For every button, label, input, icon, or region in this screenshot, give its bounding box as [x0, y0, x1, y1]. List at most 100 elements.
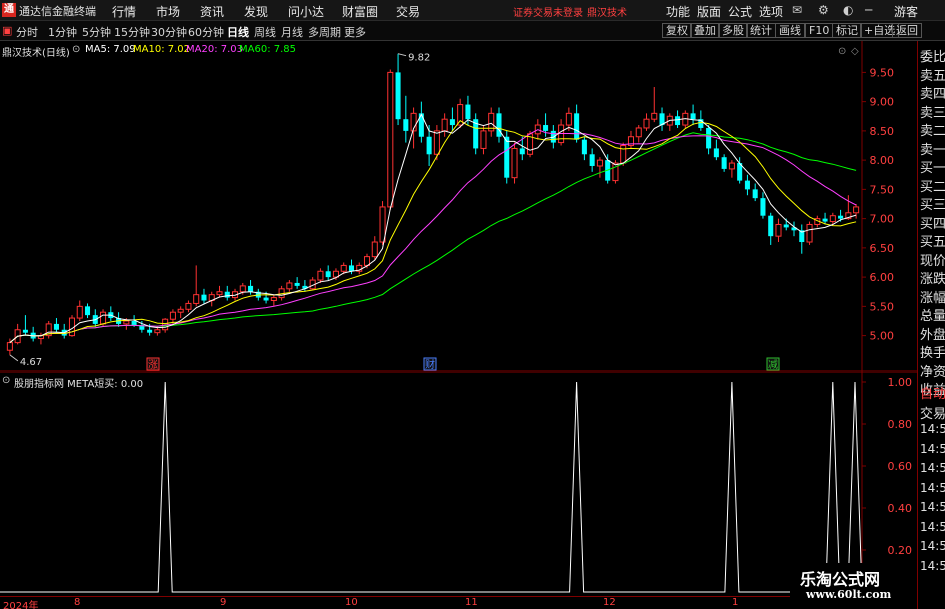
- event-marker-label[interactable]: 财: [425, 358, 435, 371]
- trade-time: 14:56: [920, 519, 945, 534]
- watermark: 乐淘公式网 www.60lt.com: [790, 563, 916, 607]
- candle-body: [574, 113, 580, 140]
- quote-field-label: 换手: [920, 346, 945, 361]
- btn-f10[interactable]: F10: [805, 23, 834, 38]
- settings-icon[interactable]: ⚙: [818, 3, 829, 17]
- btn-adjust[interactable]: 复权: [662, 23, 692, 38]
- event-marker-label[interactable]: 减: [768, 359, 778, 371]
- menu-discover[interactable]: 发现: [244, 3, 268, 20]
- candle-body: [340, 264, 347, 272]
- menu-ask[interactable]: 问小达: [288, 3, 324, 20]
- candle-body: [838, 215, 844, 219]
- y-tick-label: 9.00: [870, 96, 895, 109]
- btn-mark[interactable]: 标记: [832, 23, 862, 38]
- menu-news[interactable]: 资讯: [200, 3, 224, 20]
- watermark-url: www.60lt.com: [806, 588, 892, 601]
- event-marker-label[interactable]: 涨: [148, 359, 158, 371]
- candle-body: [690, 113, 696, 120]
- candle-body: [760, 198, 766, 216]
- trade-time: 14:56: [920, 480, 945, 495]
- period-1min[interactable]: 1分钟: [48, 24, 77, 40]
- period-daily[interactable]: 日线: [227, 24, 249, 40]
- candle-body: [100, 311, 107, 325]
- chart-settings-icon[interactable]: ⊙: [838, 46, 846, 57]
- low-pointer: [9, 354, 19, 362]
- user-label[interactable]: 游客: [894, 3, 918, 20]
- date-label-aug: 8: [74, 597, 81, 608]
- high-price-label: 9.82: [408, 53, 430, 64]
- login-notice[interactable]: 证券交易未登录: [513, 4, 583, 19]
- menu-wealth-circle[interactable]: 财富圈: [342, 3, 378, 20]
- candle-body: [543, 125, 549, 131]
- candle-body: [465, 104, 471, 120]
- y-tick-label: 5.50: [870, 300, 895, 313]
- candle-body: [441, 118, 448, 132]
- menu-options[interactable]: 选项: [759, 3, 783, 20]
- candle-body: [643, 118, 650, 129]
- ma5-legend: MA5: 7.09: [85, 44, 136, 55]
- candle-body: [728, 162, 735, 170]
- period-multi[interactable]: 多周期: [308, 24, 341, 40]
- high-pointer: [397, 53, 407, 57]
- candle-body: [317, 270, 324, 281]
- candle-body: [768, 215, 774, 237]
- quote-field-label: 涨幅: [920, 290, 945, 306]
- candle-body: [721, 157, 727, 169]
- trade-time: 14:56: [920, 461, 945, 475]
- y-tick-label: 7.50: [870, 183, 895, 196]
- candle-body: [201, 294, 207, 301]
- indicator-tick-label: 0.60: [888, 460, 913, 473]
- toolbar-left-marker[interactable]: ▣: [2, 24, 12, 37]
- candle-body: [185, 302, 192, 310]
- menu-function[interactable]: 功能: [666, 3, 690, 20]
- period-intraday[interactable]: 分时: [16, 24, 38, 40]
- message-icon[interactable]: ✉: [792, 3, 802, 17]
- quote-field-label: 卖五: [920, 68, 945, 84]
- candle-body: [403, 119, 409, 131]
- y-tick-label: 8.50: [870, 125, 895, 138]
- period-weekly[interactable]: 周线: [254, 24, 276, 40]
- period-60min[interactable]: 60分钟: [188, 24, 224, 40]
- btn-back[interactable]: 返回: [892, 23, 922, 38]
- btn-stats[interactable]: 统计: [746, 23, 776, 38]
- y-tick-label: 6.00: [870, 271, 895, 284]
- candle-body: [565, 112, 572, 126]
- candle-body: [519, 148, 525, 155]
- indicator-tick-label: 0.20: [888, 544, 913, 557]
- candle-body: [426, 136, 432, 155]
- btn-multi-stock[interactable]: 多股: [718, 23, 748, 38]
- btn-draw[interactable]: 画线: [775, 23, 805, 38]
- candle-body: [169, 311, 176, 320]
- candle-body: [131, 320, 137, 326]
- period-15min[interactable]: 15分钟: [114, 24, 150, 40]
- minimize-icon[interactable]: ─: [865, 3, 872, 17]
- quote-field-label: 卖二: [920, 124, 945, 139]
- quote-field-label: 卖一: [920, 142, 945, 158]
- menu-formula[interactable]: 公式: [728, 3, 752, 20]
- collapse-icon[interactable]: ⊙: [72, 44, 80, 55]
- skin-icon[interactable]: ◐: [843, 3, 853, 17]
- candlestick-chart[interactable]: 9.50 9.00 8.50 8.00 7.50 7.00 6.50 6.00 5.50 5.00…: [0, 41, 917, 372]
- period-more[interactable]: 更多: [344, 24, 366, 40]
- y-tick-label: 8.00: [870, 154, 895, 167]
- menu-market-quotes[interactable]: 行情: [112, 3, 136, 20]
- chart-expand-icon[interactable]: ◇: [851, 46, 859, 57]
- period-monthly[interactable]: 月线: [281, 24, 303, 40]
- candle-body: [822, 218, 828, 222]
- btn-overlay[interactable]: 叠加: [690, 23, 720, 38]
- period-30min[interactable]: 30分钟: [151, 24, 187, 40]
- candle-body: [286, 282, 293, 290]
- menu-market[interactable]: 市场: [156, 3, 180, 20]
- date-label-nov: 11: [465, 597, 478, 608]
- indicator-chart[interactable]: 1.00 0.80 0.60 0.40 0.20: [0, 372, 917, 596]
- quote-field-label: 涨跌: [920, 272, 945, 287]
- period-5min[interactable]: 5分钟: [82, 24, 111, 40]
- brand-label: 鼎汉技术: [587, 8, 627, 19]
- menu-trade[interactable]: 交易: [396, 3, 420, 20]
- menu-layout[interactable]: 版面: [697, 3, 721, 20]
- candle-body: [248, 285, 254, 292]
- y-tick-label: 7.00: [870, 213, 895, 226]
- date-axis: 2024年 8 9 10 11 12 1: [0, 596, 790, 609]
- candle-body: [216, 291, 223, 296]
- indicator-collapse-icon[interactable]: ⊙: [2, 375, 10, 386]
